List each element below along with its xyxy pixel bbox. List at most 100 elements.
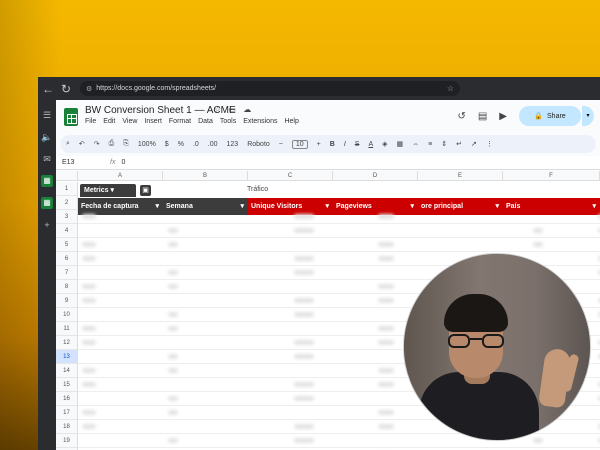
- column-header-a[interactable]: A: [78, 171, 163, 181]
- fill-color-icon[interactable]: ◈: [382, 140, 387, 148]
- menu-edit[interactable]: Edit: [103, 118, 115, 125]
- row-number-10[interactable]: 10: [56, 308, 78, 322]
- menu-extensions[interactable]: Extensions: [243, 118, 277, 125]
- row-number-9[interactable]: 9: [56, 294, 78, 308]
- align-icon[interactable]: ≡: [428, 141, 432, 148]
- row-number-1[interactable]: 1: [56, 182, 78, 196]
- share-button[interactable]: 🔒 Share: [519, 106, 581, 126]
- blurred-cell: [294, 256, 314, 261]
- cloud-status-icon[interactable]: ☁: [243, 105, 251, 114]
- row-number-11[interactable]: 11: [56, 322, 78, 336]
- menu-data[interactable]: Data: [198, 118, 213, 125]
- blurred-cell: [378, 326, 394, 331]
- reload-icon[interactable]: ↻: [58, 82, 74, 96]
- row-number-17[interactable]: 17: [56, 406, 78, 420]
- column-header-c[interactable]: C: [248, 171, 333, 181]
- italic-button[interactable]: I: [344, 141, 346, 148]
- blurred-cell: [294, 354, 314, 359]
- font-size-decrease-button[interactable]: −: [279, 141, 283, 148]
- blurred-cell: [168, 270, 178, 275]
- move-folder-icon[interactable]: ▭: [228, 105, 236, 114]
- valign-icon[interactable]: ⇕: [441, 140, 447, 148]
- row-number-13[interactable]: 13: [56, 350, 78, 364]
- paint-format-icon[interactable]: ⎘: [123, 140, 129, 148]
- volume-icon[interactable]: 🔈: [41, 131, 53, 143]
- wrap-icon[interactable]: ↵: [456, 140, 462, 148]
- row-number-14[interactable]: 14: [56, 364, 78, 378]
- bookmark-star-icon[interactable]: ☆: [447, 84, 454, 93]
- row-number-6[interactable]: 6: [56, 252, 78, 266]
- more-formats-button[interactable]: 123: [227, 141, 239, 148]
- blurred-cell: [378, 424, 394, 429]
- row-number-4[interactable]: 4: [56, 224, 78, 238]
- blurred-cell: [168, 242, 178, 247]
- currency-format-button[interactable]: $: [165, 141, 169, 148]
- chat-icon[interactable]: ☰: [41, 109, 53, 121]
- metrics-filter-chip[interactable]: Metrics ▾: [80, 184, 136, 197]
- percent-format-button[interactable]: %: [178, 141, 184, 148]
- print-icon[interactable]: ⎙: [109, 140, 115, 148]
- redo-icon[interactable]: ↷: [94, 140, 100, 148]
- blurred-cell: [533, 242, 543, 247]
- sheets-logo-icon[interactable]: [64, 108, 78, 126]
- presenter-glasses: [448, 334, 504, 348]
- sheets-app-icon-2[interactable]: ▦: [41, 197, 53, 209]
- strikethrough-button[interactable]: S: [355, 141, 360, 148]
- menu-tools[interactable]: Tools: [220, 118, 236, 125]
- merge-icon[interactable]: ⇔: [412, 141, 419, 148]
- history-icon[interactable]: ↺: [457, 111, 465, 122]
- filter-view-icon[interactable]: ▣: [140, 185, 151, 196]
- table-row[interactable]: [78, 224, 600, 238]
- blurred-cell: [378, 284, 394, 289]
- sheets-app-icon[interactable]: ▦: [41, 175, 53, 187]
- row-number-7[interactable]: 7: [56, 266, 78, 280]
- menu-file[interactable]: File: [85, 118, 96, 125]
- name-box[interactable]: E13: [56, 159, 100, 166]
- menu-insert[interactable]: Insert: [144, 118, 162, 125]
- row-number-2[interactable]: 2: [56, 196, 78, 210]
- add-icon[interactable]: +: [41, 219, 53, 231]
- row-number-15[interactable]: 15: [56, 378, 78, 392]
- comments-icon[interactable]: ▤: [478, 111, 487, 122]
- row-number-12[interactable]: 12: [56, 336, 78, 350]
- bold-button[interactable]: B: [330, 141, 335, 148]
- column-header-f[interactable]: F: [503, 171, 600, 181]
- undo-icon[interactable]: ↶: [79, 140, 85, 148]
- zoom-select[interactable]: 100%: [138, 141, 156, 148]
- table-row[interactable]: [78, 238, 600, 252]
- text-color-button[interactable]: A: [368, 141, 373, 148]
- column-header-e[interactable]: E: [418, 171, 503, 181]
- row-number-18[interactable]: 18: [56, 420, 78, 434]
- row-number-3[interactable]: 3: [56, 210, 78, 224]
- font-size-increase-button[interactable]: +: [317, 141, 321, 148]
- formula-input[interactable]: 0: [121, 159, 125, 166]
- more-icon[interactable]: ⋮: [486, 140, 493, 148]
- lock-icon: 🔒: [534, 113, 544, 120]
- meet-icon[interactable]: ▶: [499, 111, 507, 122]
- column-header-b[interactable]: B: [163, 171, 248, 181]
- rotate-icon[interactable]: ↗: [471, 140, 477, 148]
- table-row[interactable]: [78, 210, 600, 224]
- top-right-actions: ↺ ▤ ▶ 🔒 Share ▾: [457, 106, 594, 126]
- row-number-16[interactable]: 16: [56, 392, 78, 406]
- row-number-5[interactable]: 5: [56, 238, 78, 252]
- decrease-decimal-button[interactable]: .0: [193, 141, 199, 148]
- gmail-icon[interactable]: ✉: [41, 153, 53, 165]
- menu-format[interactable]: Format: [169, 118, 191, 125]
- site-info-icon[interactable]: ⚙: [86, 85, 92, 93]
- search-menus-icon[interactable]: ⌕: [66, 140, 70, 148]
- column-header-d[interactable]: D: [333, 171, 418, 181]
- star-icon[interactable]: ☆: [214, 105, 221, 114]
- menu-help[interactable]: Help: [284, 118, 298, 125]
- address-bar[interactable]: ⚙ https://docs.google.com/spreadsheets/ …: [80, 81, 460, 96]
- font-select[interactable]: Roboto: [247, 141, 270, 148]
- back-arrow-icon[interactable]: ←: [40, 82, 56, 96]
- borders-icon[interactable]: ▦: [397, 140, 404, 148]
- select-all-corner[interactable]: [56, 171, 78, 181]
- row-number-8[interactable]: 8: [56, 280, 78, 294]
- row-number-19[interactable]: 19: [56, 434, 78, 448]
- menu-view[interactable]: View: [122, 118, 137, 125]
- increase-decimal-button[interactable]: .00: [208, 141, 218, 148]
- font-size-input[interactable]: 10: [291, 139, 308, 149]
- share-dropdown-icon[interactable]: ▾: [582, 106, 594, 126]
